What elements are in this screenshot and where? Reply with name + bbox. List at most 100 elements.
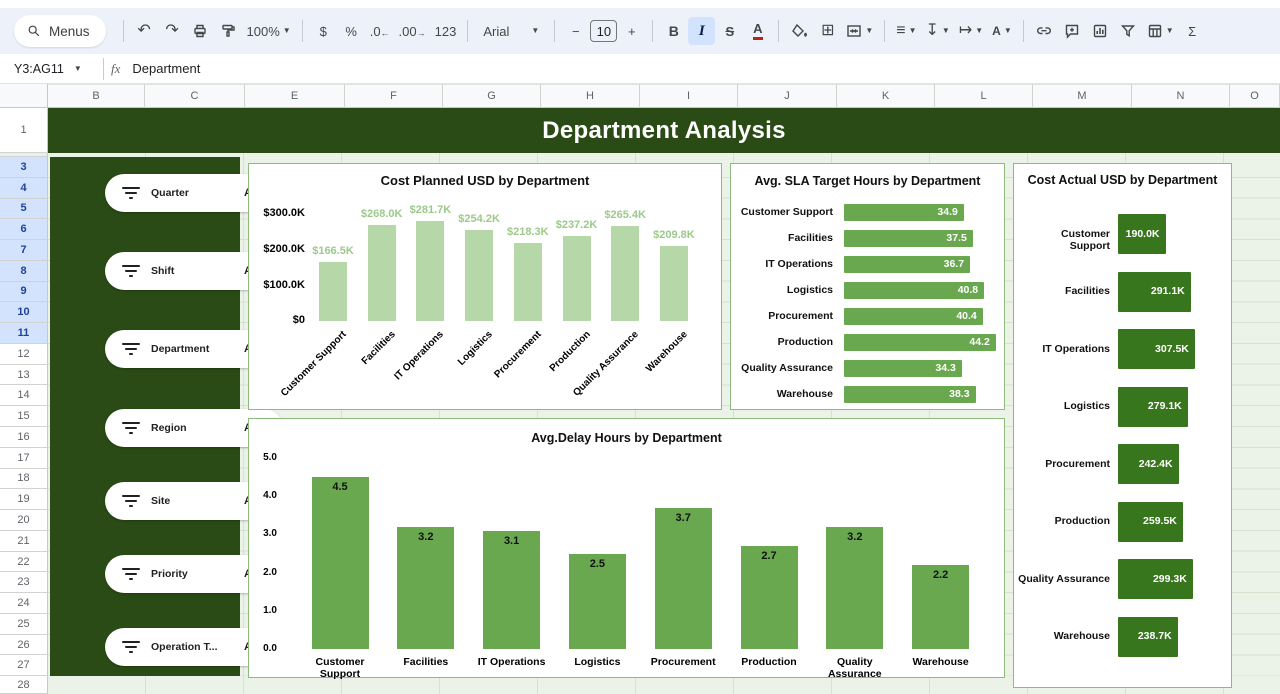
chart-delay-hours[interactable]: Avg.Delay Hours by Department0.01.02.03.… (248, 418, 1005, 678)
formula-input[interactable]: Department (132, 61, 200, 76)
chart-cost-actual[interactable]: Cost Actual USD by DepartmentCustomer Su… (1013, 163, 1232, 688)
row-header-17[interactable]: 17 (0, 448, 48, 469)
horizontal-align-button[interactable]: ≡▼ (892, 17, 920, 45)
x-axis-label: IT Operations (469, 656, 555, 668)
row-header-26[interactable]: 26 (0, 635, 48, 656)
bar-value-label: 190.0K (1118, 228, 1160, 240)
name-box-caret-icon[interactable]: ▼ (74, 65, 82, 73)
row-header-15[interactable]: 15 (0, 406, 48, 427)
bar-value-label: 3.1 (469, 535, 555, 547)
bar-value-label: $209.8K (634, 229, 714, 241)
column-header-G[interactable]: G (443, 84, 541, 108)
chart-sla-target[interactable]: Avg. SLA Target Hours by DepartmentCusto… (730, 163, 1005, 410)
strikethrough-button[interactable]: S (716, 17, 743, 45)
bar-value-label: 238.7K (1118, 630, 1172, 642)
row-header-22[interactable]: 22 (0, 552, 48, 573)
column-header-J[interactable]: J (738, 84, 837, 108)
borders-button[interactable]: ⊞ (814, 17, 841, 45)
row-header-21[interactable]: 21 (0, 531, 48, 552)
filter-label: Region (151, 422, 244, 434)
filter-label: Priority (151, 568, 244, 580)
row-header-4[interactable]: 4 (0, 178, 48, 199)
filter-list-icon (121, 343, 141, 356)
decrease-decimals-button[interactable]: .0← (366, 17, 394, 45)
bold-button[interactable]: B (660, 17, 687, 45)
text-rotation-button[interactable]: A▼ (988, 17, 1016, 45)
format-percent-button[interactable]: % (338, 17, 365, 45)
borders-icon: ⊞ (821, 23, 834, 39)
dashboard-title: Department Analysis (542, 117, 786, 145)
text-color-button[interactable]: A (744, 17, 771, 45)
fill-color-button[interactable] (786, 17, 813, 45)
font-select-button[interactable]: Arial▼ (475, 17, 547, 45)
row-header-5[interactable]: 5 (0, 199, 48, 220)
chart-cost-planned[interactable]: Cost Planned USD by Department$0$100.0K$… (248, 163, 722, 410)
row-header-12[interactable]: 12 (0, 344, 48, 365)
row-header-9[interactable]: 9 (0, 282, 48, 303)
toolbar-group: Arial▼ (475, 17, 547, 45)
column-header-I[interactable]: I (640, 84, 738, 108)
decrease-font-size-label: − (572, 24, 580, 39)
print-button[interactable] (187, 17, 214, 45)
row-header-27[interactable]: 27 (0, 655, 48, 676)
column-header-E[interactable]: E (245, 84, 345, 108)
table-views-button[interactable]: ▼ (1143, 17, 1178, 45)
column-header-L[interactable]: L (935, 84, 1033, 108)
italic-button[interactable]: I (688, 17, 715, 45)
select-all-corner[interactable] (0, 84, 48, 108)
column-header-B[interactable]: B (48, 84, 145, 108)
row-header-6[interactable]: 6 (0, 219, 48, 240)
row-header-13[interactable]: 13 (0, 365, 48, 386)
vertical-align-button[interactable]: ↧▼ (922, 17, 954, 45)
row-header-11[interactable]: 11 (0, 323, 48, 344)
decrease-font-size-button[interactable]: − (562, 17, 589, 45)
toolbar-group: ≡▼↧▼↦▼A▼ (892, 17, 1016, 45)
merge-cells-button[interactable]: ▼ (842, 17, 877, 45)
italic-label: I (699, 23, 705, 40)
row-header-7[interactable]: 7 (0, 240, 48, 261)
column-header-C[interactable]: C (145, 84, 245, 108)
column-header-O[interactable]: O (1230, 84, 1280, 108)
format-currency-button[interactable]: $ (310, 17, 337, 45)
toolbar-divider (778, 20, 779, 42)
column-header-H[interactable]: H (541, 84, 640, 108)
row-header-8[interactable]: 8 (0, 261, 48, 282)
row-header-24[interactable]: 24 (0, 593, 48, 614)
menus-search-button[interactable]: Menus (14, 15, 106, 47)
row-header-20[interactable]: 20 (0, 510, 48, 531)
increase-decimals-button[interactable]: .00→ (395, 17, 430, 45)
insert-comment-button[interactable] (1059, 17, 1086, 45)
zoom-select-button[interactable]: 100%▼ (243, 17, 295, 45)
row-header-19[interactable]: 19 (0, 489, 48, 510)
column-header-N[interactable]: N (1132, 84, 1230, 108)
bar-value-label: 242.4K (1118, 458, 1173, 470)
row-header-3[interactable]: 3 (0, 157, 48, 178)
undo-button[interactable]: ↶ (131, 17, 158, 45)
row-header-28[interactable]: 28 (0, 676, 48, 694)
font-size-input[interactable]: 10 (590, 20, 617, 42)
insert-link-button[interactable] (1031, 17, 1058, 45)
row-header-16[interactable]: 16 (0, 427, 48, 448)
increase-font-size-button[interactable]: + (618, 17, 645, 45)
filter-label: Site (151, 495, 244, 507)
paint-format-button[interactable] (215, 17, 242, 45)
row-header-18[interactable]: 18 (0, 469, 48, 490)
column-header-K[interactable]: K (837, 84, 935, 108)
filter-label: Department (151, 343, 244, 355)
column-header-F[interactable]: F (345, 84, 443, 108)
redo-button[interactable]: ↷ (159, 17, 186, 45)
row-header-25[interactable]: 25 (0, 614, 48, 635)
text-wrapping-button[interactable]: ↦▼ (955, 17, 987, 45)
row-header-10[interactable]: 10 (0, 302, 48, 323)
row-header-14[interactable]: 14 (0, 385, 48, 406)
row-header-23[interactable]: 23 (0, 572, 48, 593)
dashboard-title-cell[interactable]: Department Analysis (48, 108, 1280, 153)
more-formats-button[interactable]: 123 (431, 17, 461, 45)
create-filter-button[interactable] (1115, 17, 1142, 45)
row-header-1[interactable]: 1 (0, 108, 48, 153)
x-axis-label: Customer Support (297, 656, 383, 680)
name-box[interactable]: Y3:AG11 ▼ (0, 62, 96, 76)
functions-button[interactable]: Σ (1179, 17, 1206, 45)
column-header-M[interactable]: M (1033, 84, 1132, 108)
insert-chart-button[interactable] (1087, 17, 1114, 45)
